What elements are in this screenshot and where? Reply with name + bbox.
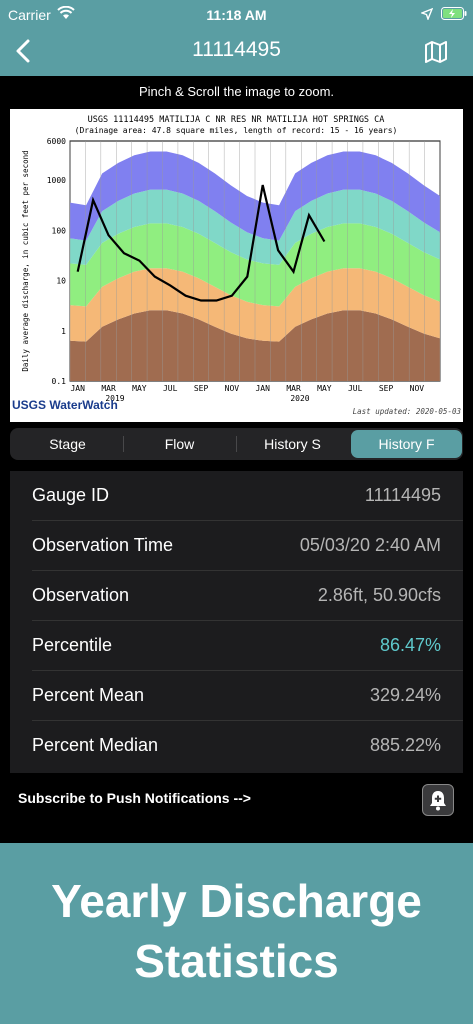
table-row: Percent Median 885.22%	[10, 721, 463, 771]
tab-flow[interactable]: Flow	[124, 430, 235, 458]
x-tick-label: NOV	[410, 384, 425, 393]
x-tick-label: JAN	[70, 384, 85, 393]
tab-history-f[interactable]: History F	[351, 430, 462, 458]
x-tick-label: JAN	[255, 384, 270, 393]
x-tick-label: MAR	[101, 384, 116, 393]
header: Carrier 11:18 AM 11114495	[0, 0, 473, 76]
location-arrow-icon	[419, 7, 434, 23]
x-tick-label: MAY	[132, 384, 147, 393]
x-tick-label: JUL	[163, 384, 178, 393]
chart-subtitle: (Drainage area: 47.8 square miles, lengt…	[75, 126, 398, 135]
y-tick-label: 10	[56, 277, 66, 286]
x-tick-label: NOV	[225, 384, 240, 393]
table-row: Observation 2.86ft, 50.90cfs	[10, 571, 463, 621]
y-tick-label: 1000	[47, 176, 66, 185]
y-tick-label: 1	[61, 327, 66, 336]
last-updated-label: Last updated: 2020-05-03	[353, 407, 462, 416]
zoom-hint: Pinch & Scroll the image to zoom.	[138, 84, 335, 99]
x-tick-label: JUL	[348, 384, 363, 393]
row-value: 11114495	[364, 485, 441, 505]
page-title: 11114495	[192, 38, 281, 61]
history-segmented-control: Stage Flow History S History F	[10, 428, 463, 460]
promo-line-2: Statistics	[134, 935, 339, 987]
row-value: 05/03/20 2:40 AM	[299, 535, 441, 555]
table-row: Observation Time 05/03/20 2:40 AM	[10, 521, 463, 571]
map-icon[interactable]	[422, 38, 450, 66]
table-row: Percentile 86.47%	[10, 621, 463, 671]
y-axis-label: Daily average discharge, in cubic feet p…	[21, 150, 30, 371]
y-tick-label: 6000	[47, 137, 66, 146]
navigation-bar: 11114495	[0, 30, 473, 76]
status-time: 11:18 AM	[206, 7, 267, 23]
table-row: Gauge ID 11114495	[10, 471, 463, 521]
row-value: 885.22%	[369, 735, 441, 755]
row-value: 329.24%	[369, 685, 441, 705]
tab-stage[interactable]: Stage	[12, 430, 123, 458]
tab-history-s[interactable]: History S	[237, 430, 348, 458]
status-bar: Carrier 11:18 AM	[0, 0, 473, 30]
promo-text: Yearly Discharge Statistics	[0, 871, 473, 991]
row-value: 2.86ft, 50.90cfs	[317, 585, 441, 605]
subscribe-label[interactable]: Subscribe to Push Notifications -->	[18, 790, 251, 806]
usgs-logo: USGS WaterWatch	[12, 398, 118, 412]
bell-plus-icon[interactable]	[422, 784, 454, 816]
row-value: 86.47%	[379, 635, 441, 655]
row-label: Observation Time	[32, 535, 174, 555]
x-tick-label: MAY	[317, 384, 332, 393]
x-tick-label: SEP	[194, 384, 209, 393]
x-tick-label: SEP	[379, 384, 394, 393]
promo-banner: Yearly Discharge Statistics	[0, 843, 473, 1024]
promo-line-1: Yearly Discharge	[51, 875, 422, 927]
gauge-info-table: Gauge ID 11114495 Observation Time 05/03…	[10, 471, 463, 773]
x-tick-label: MAR	[286, 384, 301, 393]
row-label: Percentile	[32, 635, 113, 655]
battery-charging-icon	[441, 7, 467, 23]
y-tick-label: 0.1	[52, 377, 67, 386]
row-label: Gauge ID	[32, 485, 110, 505]
row-label: Observation	[32, 585, 130, 605]
row-label: Percent Median	[32, 735, 159, 755]
table-row: Percent Mean 329.24%	[10, 671, 463, 721]
y-tick-label: 100	[52, 226, 67, 235]
discharge-chart[interactable]: 6000 1000 100 10 1 0.1 JAN MAR MAY JUL SEP NOV JAN MA…	[10, 109, 463, 422]
row-label: Percent Mean	[32, 685, 145, 705]
chart-svg: 600010001001010.1JAN MAR MAY JUL SEP NOV JAN MA…	[12, 115, 462, 416]
year-label: 2020	[290, 394, 309, 403]
chart-title: USGS 11114495 MATILIJA C NR RES NR MATIL…	[88, 115, 385, 125]
